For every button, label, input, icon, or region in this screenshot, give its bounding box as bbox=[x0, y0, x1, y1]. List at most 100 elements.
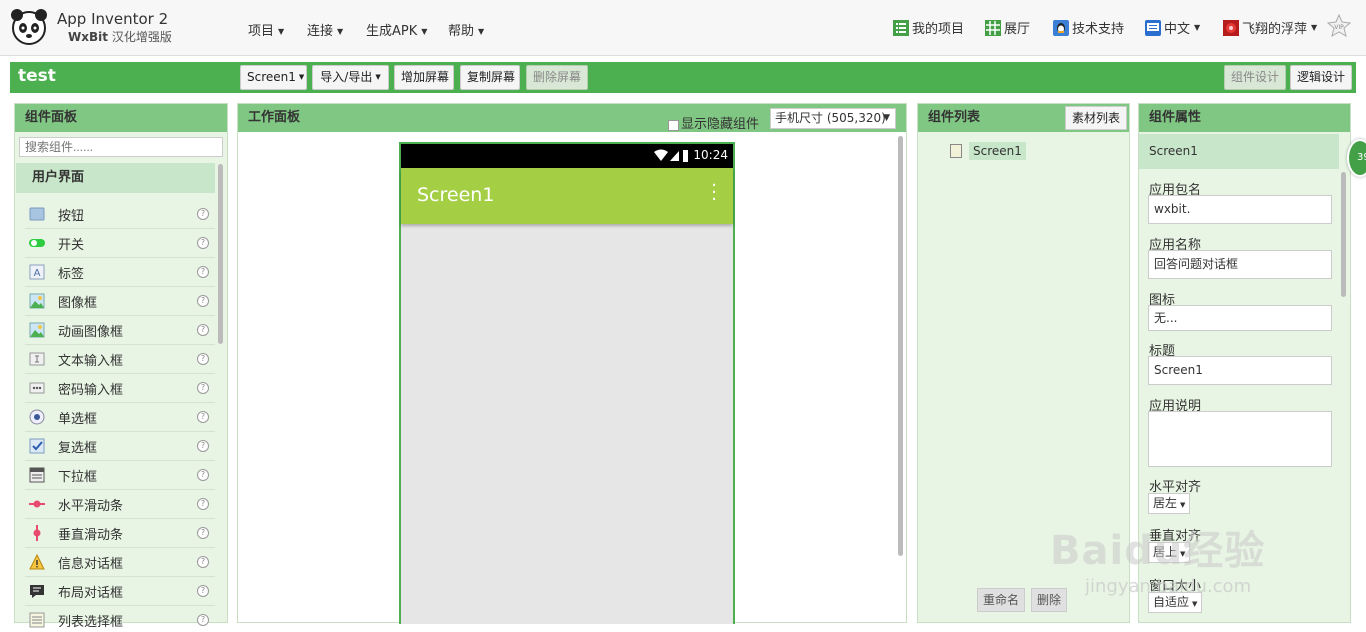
phone-app-bar: Screen1 · · · bbox=[401, 168, 733, 224]
caret-down-icon: ▼ bbox=[883, 113, 890, 123]
menu-help[interactable]: 帮助 ▼ bbox=[448, 20, 484, 39]
help-icon[interactable]: ? bbox=[197, 556, 209, 568]
palette-item-label[interactable]: A 标签 ? bbox=[25, 258, 215, 287]
listpicker-icon bbox=[29, 612, 45, 628]
category-user-interface[interactable]: 用户界面 bbox=[16, 163, 215, 193]
component-search-input[interactable] bbox=[19, 137, 223, 157]
horizontal-align-select[interactable]: 居左 ▼ bbox=[1148, 493, 1191, 514]
properties-scrollbar[interactable] bbox=[1341, 172, 1346, 297]
help-icon[interactable]: ? bbox=[197, 585, 209, 597]
checkbox-box[interactable] bbox=[668, 119, 679, 131]
chevron-down-icon: ▼ bbox=[278, 27, 285, 36]
blocks-button[interactable]: 逻辑设计 bbox=[1290, 65, 1352, 90]
vip-badge-icon[interactable]: VIP bbox=[1327, 14, 1351, 38]
palette-item-label: 单选框 bbox=[58, 411, 98, 427]
language-select[interactable]: 中文 ▼ bbox=[1145, 18, 1200, 37]
animated-image-icon bbox=[29, 322, 45, 338]
chevron-down-icon: ▼ bbox=[478, 27, 485, 36]
language-icon bbox=[1145, 19, 1161, 36]
palette-item-image[interactable]: 图像框 ? bbox=[25, 287, 215, 316]
viewer-panel: 工作面板 显示隐藏组件 手机尺寸 (505,320) ▼ 10:24 Screen… bbox=[237, 103, 907, 624]
help-icon[interactable]: ? bbox=[197, 295, 209, 307]
package-name-field[interactable]: wxbit. bbox=[1148, 195, 1332, 224]
status-time: 10:24 bbox=[693, 148, 728, 162]
project-name: test bbox=[18, 66, 56, 86]
palette-item-listpicker[interactable]: 列表选择框 ? bbox=[25, 606, 215, 632]
my-projects-link[interactable]: 我的项目 bbox=[893, 18, 964, 37]
palette-item-password[interactable]: 密码输入框 ? bbox=[25, 374, 215, 403]
title-field[interactable]: Screen1 bbox=[1148, 356, 1332, 385]
help-icon[interactable]: ? bbox=[197, 382, 209, 394]
user-menu[interactable]: 飞翔的浮萍 ▼ bbox=[1223, 18, 1317, 37]
help-icon[interactable]: ? bbox=[197, 353, 209, 365]
app-name-field[interactable]: 回答问题对话框 bbox=[1148, 250, 1332, 279]
palette-item-label: 列表选择框 bbox=[58, 614, 124, 630]
palette-item-button[interactable]: 按钮 ? bbox=[25, 200, 215, 229]
menu-build-apk[interactable]: 生成APK ▼ bbox=[366, 20, 427, 39]
help-icon[interactable]: ? bbox=[197, 498, 209, 510]
svg-text:A: A bbox=[34, 268, 41, 279]
checkbox-icon bbox=[29, 438, 45, 454]
help-icon[interactable]: ? bbox=[197, 440, 209, 452]
copy-screen-button[interactable]: 复制屏幕 bbox=[460, 65, 520, 90]
my-projects-label: 我的项目 bbox=[912, 22, 965, 37]
designer-button[interactable]: 组件设计 bbox=[1224, 65, 1286, 90]
panda-logo-icon[interactable] bbox=[10, 8, 48, 46]
assets-button[interactable]: 素材列表 bbox=[1064, 106, 1127, 130]
remove-screen-button[interactable]: 删除屏幕 bbox=[526, 65, 588, 90]
help-icon[interactable]: ? bbox=[197, 324, 209, 336]
palette-item-switch[interactable]: 开关 ? bbox=[25, 229, 215, 258]
palette-item-label: 布局对话框 bbox=[58, 585, 124, 601]
phone-size-select[interactable]: 手机尺寸 (505,320) ▼ bbox=[770, 108, 896, 129]
phone-preview[interactable]: 10:24 Screen1 · · · bbox=[399, 142, 735, 624]
palette-item-spinner[interactable]: 下拉框 ? bbox=[25, 461, 215, 490]
menu-connect-label: 连接 bbox=[307, 24, 334, 39]
palette-item-textbox[interactable]: 文本输入框 ? bbox=[25, 345, 215, 374]
menu-project[interactable]: 项目 ▼ bbox=[248, 20, 284, 39]
icon-field[interactable]: 无... bbox=[1148, 305, 1332, 331]
horizontal-align-value: 居左 bbox=[1153, 496, 1178, 510]
tree-item-screen1[interactable]: Screen1 bbox=[950, 142, 1026, 160]
palette-item-vertical-slider[interactable]: 垂直滑动条 ? bbox=[25, 519, 215, 548]
palette-item-animated-image[interactable]: 动画图像框 ? bbox=[25, 316, 215, 345]
add-screen-button[interactable]: 增加屏幕 bbox=[394, 65, 454, 90]
screen-select[interactable]: Screen1 ▼ bbox=[240, 65, 307, 90]
help-icon[interactable]: ? bbox=[197, 614, 209, 626]
palette-item-checkbox[interactable]: 复选框 ? bbox=[25, 432, 215, 461]
overflow-menu-icon[interactable]: · · · bbox=[711, 177, 717, 209]
gallery-link[interactable]: 展厅 bbox=[985, 18, 1030, 37]
viewer-scrollbar[interactable] bbox=[898, 136, 903, 556]
rename-button[interactable]: 重命名 bbox=[977, 588, 1026, 612]
palette-item-notifier[interactable]: 信息对话框 ? bbox=[25, 548, 215, 577]
chevron-down-icon: ▼ bbox=[298, 73, 305, 81]
watermark-logo: Baidu经验 bbox=[1050, 528, 1266, 574]
textbox-icon bbox=[29, 352, 45, 366]
palette-item-layout-dialog[interactable]: 布局对话框 ? bbox=[25, 577, 215, 606]
menu-connect[interactable]: 连接 ▼ bbox=[307, 20, 343, 39]
notification-badge[interactable]: 39 bbox=[1347, 139, 1366, 177]
palette-item-label: 文本输入框 bbox=[58, 353, 124, 369]
palette-item-label: 按钮 bbox=[58, 208, 85, 224]
button-icon bbox=[29, 207, 45, 221]
description-field[interactable] bbox=[1148, 411, 1332, 467]
support-label: 技术支持 bbox=[1072, 22, 1125, 37]
palette-list: 按钮 ? 开关 ? A 标签 ? 图像框 ? 动画图像框 ? 文本输入框 ? 密… bbox=[25, 200, 215, 632]
app-brand: WxBit bbox=[68, 30, 108, 44]
project-toolbar: test Screen1 ▼ 导入/导出 ▼ 增加屏幕 复制屏幕 删除屏幕 组件设计… bbox=[10, 62, 1356, 93]
help-icon[interactable]: ? bbox=[197, 237, 209, 249]
import-export-button[interactable]: 导入/导出 ▼ bbox=[312, 65, 389, 90]
help-icon[interactable]: ? bbox=[197, 527, 209, 539]
help-icon[interactable]: ? bbox=[197, 266, 209, 278]
palette-item-radio[interactable]: 单选框 ? bbox=[25, 403, 215, 432]
help-icon[interactable]: ? bbox=[197, 411, 209, 423]
palette-item-label: 动画图像框 bbox=[58, 324, 124, 340]
palette-scrollbar[interactable] bbox=[218, 164, 223, 344]
help-icon[interactable]: ? bbox=[197, 208, 209, 220]
palette-item-label: 垂直滑动条 bbox=[58, 527, 124, 543]
delete-button[interactable]: 删除 bbox=[1031, 588, 1068, 612]
palette-item-horizontal-slider[interactable]: 水平滑动条 ? bbox=[25, 490, 215, 519]
support-link[interactable]: 技术支持 bbox=[1053, 18, 1124, 37]
viewer-title: 工作面板 bbox=[248, 110, 301, 125]
help-icon[interactable]: ? bbox=[197, 469, 209, 481]
viewer-canvas[interactable]: 10:24 Screen1 · · · bbox=[238, 132, 906, 624]
